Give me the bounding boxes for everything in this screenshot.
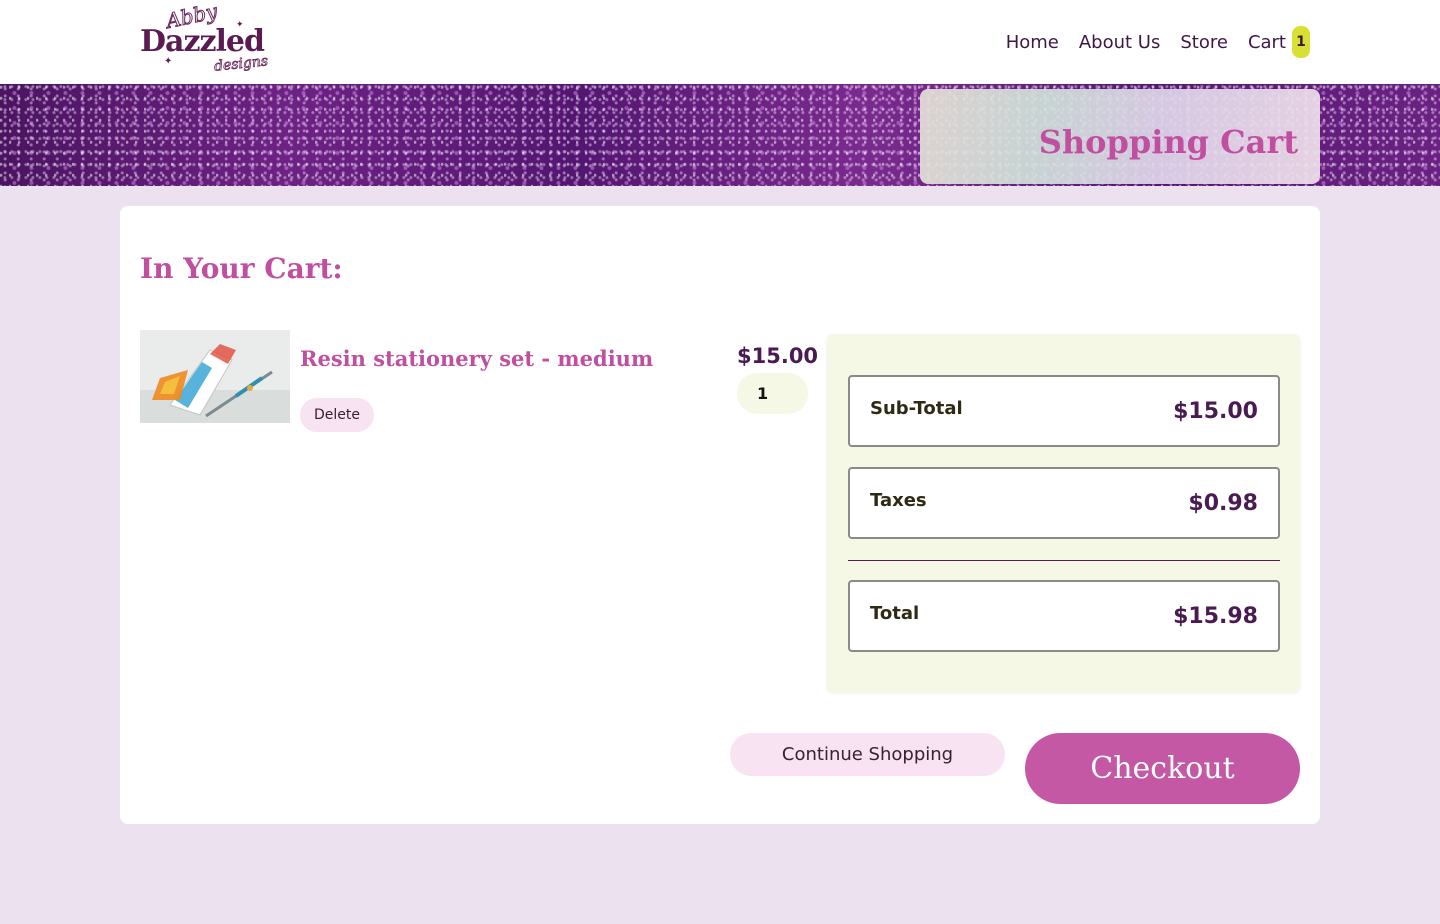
logo-text-main: Dazzled — [140, 24, 265, 59]
cart-heading: In Your Cart: — [140, 252, 343, 285]
total-row: Total $15.98 — [848, 580, 1280, 652]
main-nav: Home About Us Store Cart 1 — [1006, 26, 1310, 58]
cart-panel: In Your Cart: Resin stationery set - med… — [120, 206, 1320, 824]
total-value: $15.98 — [1173, 604, 1258, 629]
continue-shopping-button[interactable]: Continue Shopping — [730, 733, 1005, 776]
product-price: $15.00 — [737, 344, 819, 368]
nav-about-link[interactable]: About Us — [1079, 32, 1161, 53]
delete-item-button[interactable]: Delete — [300, 398, 374, 432]
product-image — [140, 330, 290, 423]
nav-cart-link[interactable]: Cart — [1248, 32, 1286, 53]
total-label: Total — [870, 603, 920, 624]
nav-home-link[interactable]: Home — [1006, 32, 1059, 53]
subtotal-label: Sub-Total — [870, 398, 963, 419]
nav-store-link[interactable]: Store — [1180, 32, 1228, 53]
product-name[interactable]: Resin stationery set - medium — [300, 346, 653, 371]
taxes-label: Taxes — [870, 490, 927, 511]
site-logo[interactable]: Abby Dazzled designs ✦ ✦ — [140, 0, 269, 80]
sparkle-icon: ✦ — [236, 20, 244, 30]
banner-title-card: Shopping Cart — [920, 89, 1320, 184]
page-title: Shopping Cart — [1038, 123, 1298, 161]
subtotal-row: Sub-Total $15.00 — [848, 375, 1280, 447]
summary-divider — [848, 560, 1280, 561]
checkout-button[interactable]: Checkout — [1025, 733, 1300, 804]
taxes-value: $0.98 — [1188, 491, 1258, 516]
cart-count-badge: 1 — [1292, 26, 1310, 58]
product-thumbnail[interactable] — [140, 330, 290, 423]
quantity-input[interactable] — [737, 373, 808, 414]
subtotal-value: $15.00 — [1173, 399, 1258, 424]
taxes-row: Taxes $0.98 — [848, 467, 1280, 539]
sparkle-icon: ✦ — [164, 56, 173, 67]
order-summary: Sub-Total $15.00 Taxes $0.98 Total $15.9… — [827, 334, 1300, 692]
nav-cart[interactable]: Cart 1 — [1248, 26, 1310, 58]
site-header: Abby Dazzled designs ✦ ✦ Home About Us S… — [0, 0, 1440, 84]
